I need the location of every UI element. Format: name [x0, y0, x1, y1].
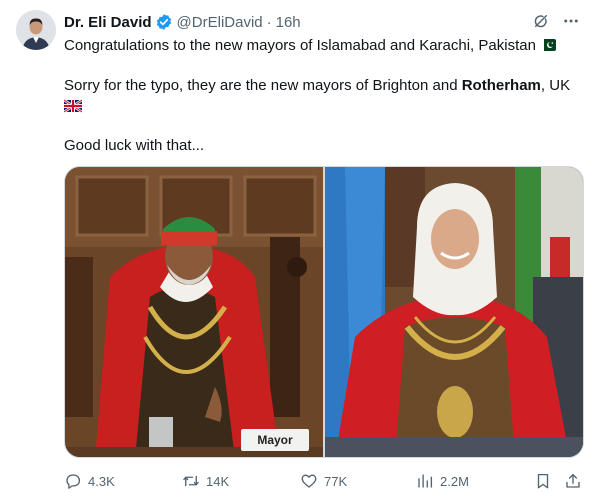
- tweet-text-correction: Sorry for the typo, they are the new may…: [64, 77, 462, 94]
- uk-flag-icon: [63, 98, 83, 119]
- like-button[interactable]: 77K: [300, 472, 347, 490]
- reply-button[interactable]: 4.3K: [64, 472, 115, 490]
- header-separator: ·: [266, 13, 272, 31]
- tweet-text-line-3: Good luck with that...: [64, 136, 584, 156]
- tweet-text-line-1: Congratulations to the new mayors of Isl…: [64, 36, 584, 58]
- tweet-text-uk: , UK: [540, 77, 571, 94]
- views-chart-icon: [416, 472, 434, 490]
- tweet-text-line-2: Sorry for the typo, they are the new may…: [64, 76, 584, 96]
- retweet-count: 14K: [206, 473, 230, 489]
- views-count: 2.2M: [440, 473, 469, 489]
- tweet-header: Dr. Eli David @DrEliDavid · 16h: [64, 12, 301, 32]
- tweet-top-actions: [532, 12, 580, 30]
- author-display-name[interactable]: Dr. Eli David: [64, 14, 152, 31]
- mayor-sign: Mayor: [241, 429, 309, 451]
- reply-icon: [64, 472, 82, 490]
- tweet-actions: 4.3K 14K 77K 2.2M: [64, 470, 584, 492]
- tweet-media[interactable]: Mayor: [64, 166, 584, 458]
- tweet-timestamp[interactable]: 16h: [276, 14, 301, 31]
- more-icon[interactable]: [562, 12, 580, 30]
- tweet-text-rotherham: Rotherham: [461, 77, 541, 94]
- grok-icon[interactable]: [532, 12, 550, 30]
- photo-right-mayor[interactable]: [325, 167, 583, 457]
- author-avatar[interactable]: [16, 10, 56, 50]
- retweet-button[interactable]: 14K: [182, 472, 229, 490]
- views-button[interactable]: 2.2M: [416, 472, 469, 490]
- photo-left-mayor[interactable]: Mayor: [65, 167, 323, 457]
- pakistan-flag-icon: [540, 38, 557, 58]
- author-handle[interactable]: @DrEliDavid: [177, 14, 263, 31]
- tweet[interactable]: Dr. Eli David @DrEliDavid · 16h Congratu…: [0, 0, 598, 499]
- bookmark-button[interactable]: [534, 472, 552, 490]
- tweet-text-good-luck: Good luck with that...: [64, 137, 205, 154]
- share-button[interactable]: [564, 472, 582, 490]
- tweet-text-flag-line: [63, 97, 584, 119]
- retweet-icon: [182, 472, 200, 490]
- heart-icon: [300, 472, 318, 490]
- tweet-text-congratulations: Congratulations to the new mayors of Isl…: [64, 37, 536, 54]
- bookmark-icon: [534, 472, 552, 490]
- share-icon: [564, 472, 582, 490]
- verified-badge-icon: [155, 13, 173, 31]
- reply-count: 4.3K: [88, 473, 115, 489]
- like-count: 77K: [324, 473, 348, 489]
